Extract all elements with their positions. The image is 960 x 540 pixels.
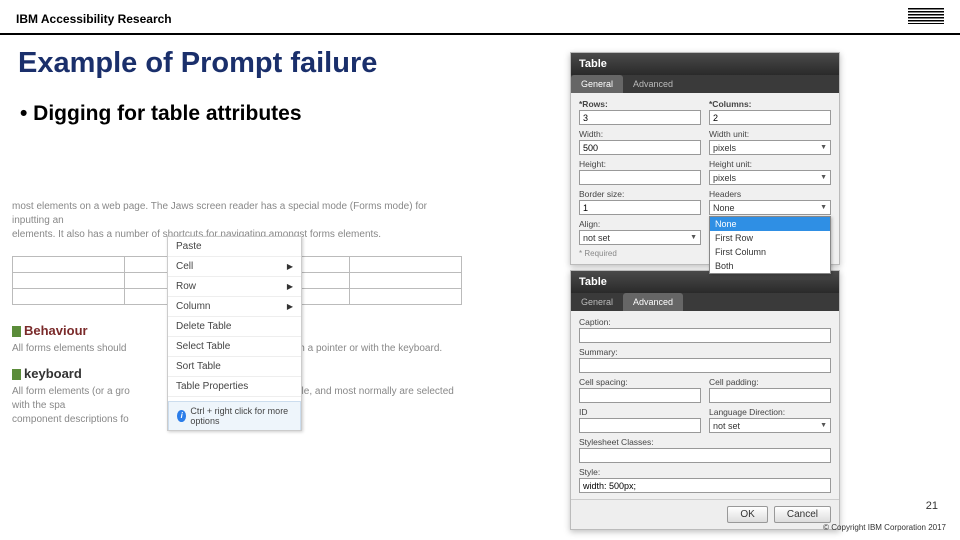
input-stylesheet-classes[interactable] <box>579 448 831 463</box>
label-border-size: Border size: <box>579 189 701 199</box>
label-cell-padding: Cell padding: <box>709 377 831 387</box>
menu-delete-table[interactable]: Delete Table <box>168 317 301 337</box>
select-headers[interactable]: None▼ <box>709 200 831 215</box>
label-language-direction: Language Direction: <box>709 407 831 417</box>
editor-screenshot: most elements on a web page. The Jaws sc… <box>12 200 462 427</box>
chevron-right-icon: ▶ <box>287 262 293 271</box>
label-headers: Headers <box>709 189 831 199</box>
option-both[interactable]: Both <box>710 259 830 273</box>
chevron-down-icon: ▼ <box>820 144 827 151</box>
headers-dropdown: None First Row First Column Both <box>709 216 831 274</box>
input-cell-padding[interactable] <box>709 388 831 403</box>
dialog-title: Table <box>571 271 839 293</box>
label-columns: *Columns: <box>709 99 831 109</box>
option-first-row[interactable]: First Row <box>710 231 830 245</box>
input-id[interactable] <box>579 418 701 433</box>
menu-select-table[interactable]: Select Table <box>168 337 301 357</box>
cancel-button[interactable]: Cancel <box>774 506 831 523</box>
menu-column[interactable]: Column▶ <box>168 297 301 317</box>
label-width: Width: <box>579 129 701 139</box>
flag-icon <box>12 369 21 380</box>
context-menu: Paste Cell▶ Row▶ Column▶ Delete Table Se… <box>167 236 302 431</box>
input-style[interactable] <box>579 478 831 493</box>
input-cell-spacing[interactable] <box>579 388 701 403</box>
dialog-title: Table <box>571 53 839 75</box>
option-none[interactable]: None <box>710 217 830 231</box>
ok-button[interactable]: OK <box>727 506 767 523</box>
select-width-unit[interactable]: pixels▼ <box>709 140 831 155</box>
info-bar: i Ctrl + right click for more options <box>168 401 301 430</box>
label-rows: *Rows: <box>579 99 701 109</box>
menu-sort-table[interactable]: Sort Table <box>168 357 301 377</box>
menu-cell[interactable]: Cell▶ <box>168 257 301 277</box>
label-height-unit: Height unit: <box>709 159 831 169</box>
dialog-tabs: General Advanced <box>571 293 839 311</box>
input-caption[interactable] <box>579 328 831 343</box>
tab-advanced[interactable]: Advanced <box>623 75 683 93</box>
chevron-down-icon: ▼ <box>820 422 827 429</box>
input-summary[interactable] <box>579 358 831 373</box>
info-text: Ctrl + right click for more options <box>190 406 292 426</box>
select-language-direction[interactable]: not set▼ <box>709 418 831 433</box>
tab-general[interactable]: General <box>571 75 623 93</box>
tab-advanced[interactable]: Advanced <box>623 293 683 311</box>
brand-text: IBM Accessibility Research <box>16 12 172 26</box>
ibm-logo <box>908 8 944 29</box>
label-height: Height: <box>579 159 701 169</box>
tab-general[interactable]: General <box>571 293 623 311</box>
input-columns[interactable] <box>709 110 831 125</box>
label-stylesheet-classes: Stylesheet Classes: <box>579 437 831 447</box>
dialog-tabs: General Advanced <box>571 75 839 93</box>
dialog-button-row: OK Cancel <box>571 499 839 529</box>
input-border-size[interactable] <box>579 200 701 215</box>
chevron-right-icon: ▶ <box>287 302 293 311</box>
page-number: 21 <box>926 500 938 512</box>
menu-row[interactable]: Row▶ <box>168 277 301 297</box>
input-rows[interactable] <box>579 110 701 125</box>
table-dialog-general: Table General Advanced *Rows: *Columns: … <box>570 52 840 265</box>
label-caption: Caption: <box>579 317 831 327</box>
label-style: Style: <box>579 467 831 477</box>
select-align[interactable]: not set▼ <box>579 230 701 245</box>
input-width[interactable] <box>579 140 701 155</box>
flag-icon <box>12 326 21 337</box>
label-cell-spacing: Cell spacing: <box>579 377 701 387</box>
label-width-unit: Width unit: <box>709 129 831 139</box>
table-dialog-advanced: Table General Advanced Caption: Summary:… <box>570 270 840 530</box>
menu-paste[interactable]: Paste <box>168 237 301 257</box>
chevron-down-icon: ▼ <box>820 174 827 181</box>
input-height[interactable] <box>579 170 701 185</box>
chevron-down-icon: ▼ <box>690 234 697 241</box>
copyright: © Copyright IBM Corporation 2017 <box>823 523 946 532</box>
label-id: ID <box>579 407 701 417</box>
select-height-unit[interactable]: pixels▼ <box>709 170 831 185</box>
chevron-down-icon: ▼ <box>820 204 827 211</box>
info-icon: i <box>177 410 186 422</box>
body-line-1: most elements on a web page. The Jaws sc… <box>12 200 462 228</box>
label-summary: Summary: <box>579 347 831 357</box>
option-first-column[interactable]: First Column <box>710 245 830 259</box>
menu-table-properties[interactable]: Table Properties <box>168 377 301 397</box>
slide-header: IBM Accessibility Research <box>0 0 960 35</box>
chevron-right-icon: ▶ <box>287 282 293 291</box>
label-align: Align: <box>579 219 701 229</box>
